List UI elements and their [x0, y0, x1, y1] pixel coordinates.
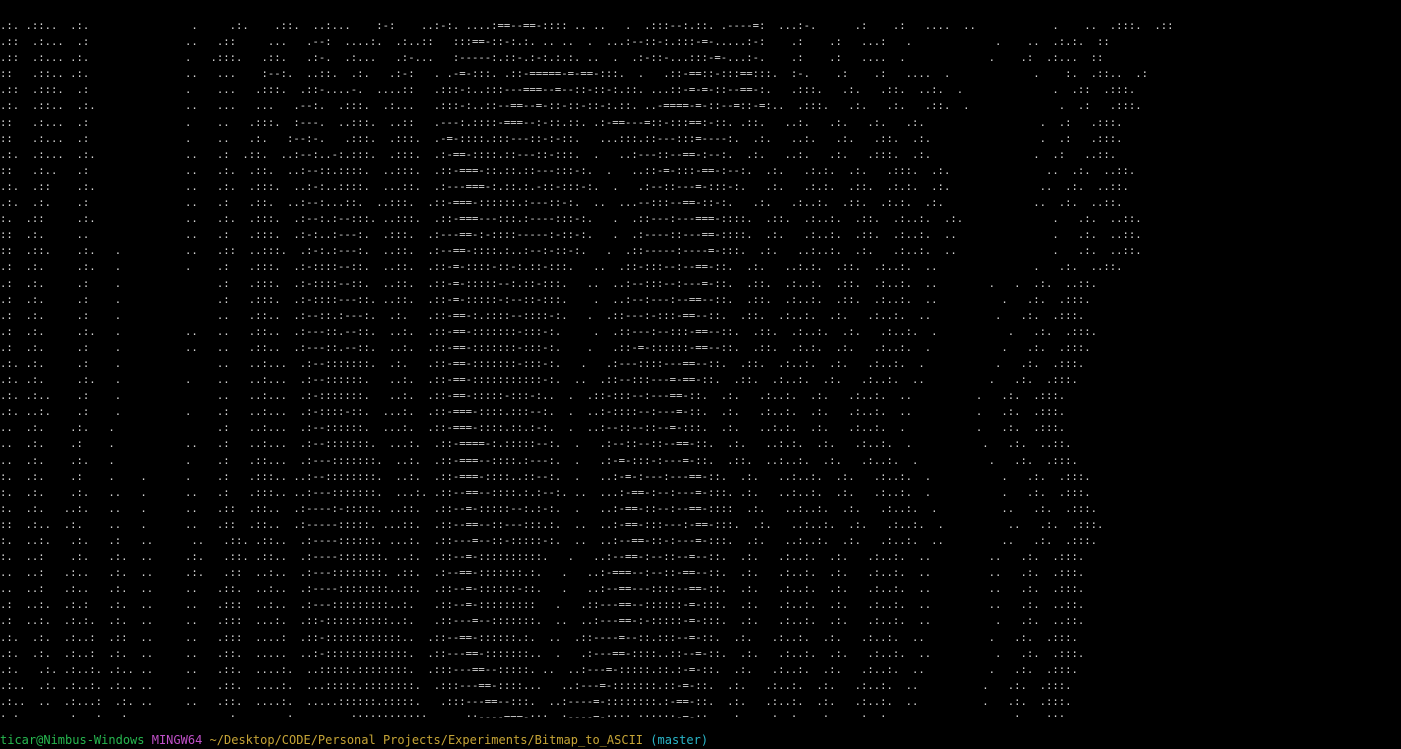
prompt-shell-name: MINGW64	[151, 733, 203, 747]
terminal-window[interactable]: .:. .::.. .:. . .:. .::. ..:... :-: ..:-…	[0, 0, 1401, 749]
prompt-git-branch: (master)	[650, 733, 709, 747]
shell-prompt: ticar@Nimbus-Windows MINGW64 ~/Desktop/C…	[0, 732, 1401, 749]
prompt-working-directory: ~/Desktop/CODE/Personal Projects/Experim…	[209, 733, 644, 747]
prompt-user-host: ticar@Nimbus-Windows	[0, 733, 145, 747]
ascii-art-output: .:. .::.. .:. . .:. .::. ..:... :-: ..:-…	[0, 20, 1174, 718]
